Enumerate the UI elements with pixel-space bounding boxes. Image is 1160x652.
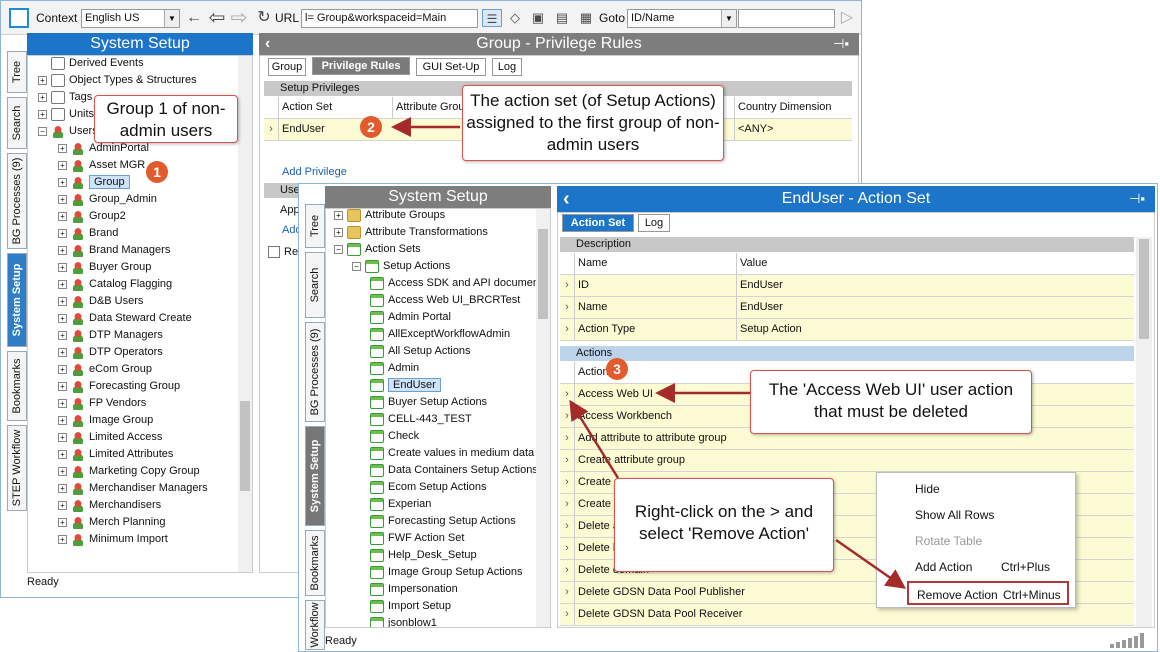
step-badge-3: 3 — [606, 358, 628, 380]
step-badge-2: 2 — [360, 116, 382, 138]
callout-access-web-ui: The 'Access Web UI' user action that mus… — [750, 370, 1032, 434]
callout-action-set: The action set (of Setup Actions) assign… — [462, 85, 724, 161]
callout-group1: Group 1 of non-admin users — [94, 95, 238, 143]
signal-icon — [1110, 630, 1154, 648]
callout-right-click: Right-click on the > and select 'Remove … — [614, 478, 834, 572]
step-badge-1: 1 — [146, 161, 168, 183]
